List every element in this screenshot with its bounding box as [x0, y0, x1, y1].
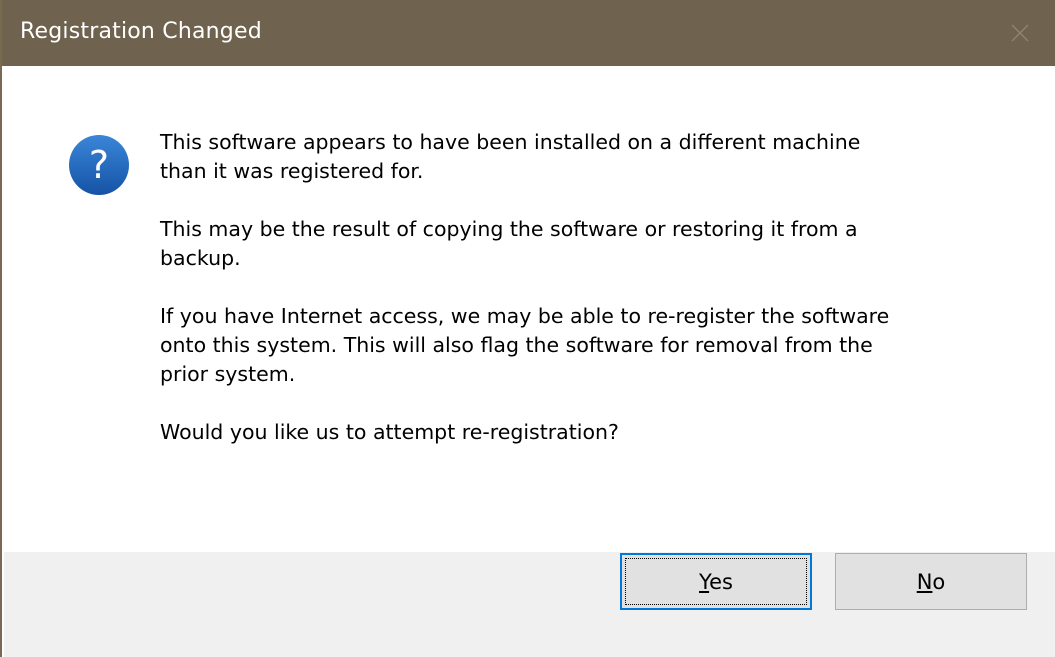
- no-button-label: No: [916, 569, 946, 594]
- message-paragraph-1: This software appears to have been insta…: [160, 130, 861, 183]
- message-text: This software appears to have been insta…: [160, 128, 1010, 476]
- focus-ring: [625, 558, 807, 605]
- question-icon: ?: [68, 134, 130, 196]
- message-paragraph-2: This may be the result of copying the so…: [160, 217, 858, 270]
- title-bar[interactable]: Registration Changed: [2, 0, 1055, 66]
- no-button[interactable]: No: [835, 553, 1027, 610]
- close-button[interactable]: [985, 0, 1055, 66]
- window-title: Registration Changed: [20, 19, 262, 44]
- yes-button[interactable]: Yes: [620, 553, 812, 610]
- close-icon: [1010, 23, 1030, 43]
- message-dialog: Registration Changed ? This software app…: [0, 0, 1055, 657]
- message-paragraph-3: If you have Internet access, we may be a…: [160, 304, 890, 386]
- svg-text:?: ?: [89, 143, 109, 187]
- message-paragraph-4: Would you like us to attempt re-registra…: [160, 420, 619, 444]
